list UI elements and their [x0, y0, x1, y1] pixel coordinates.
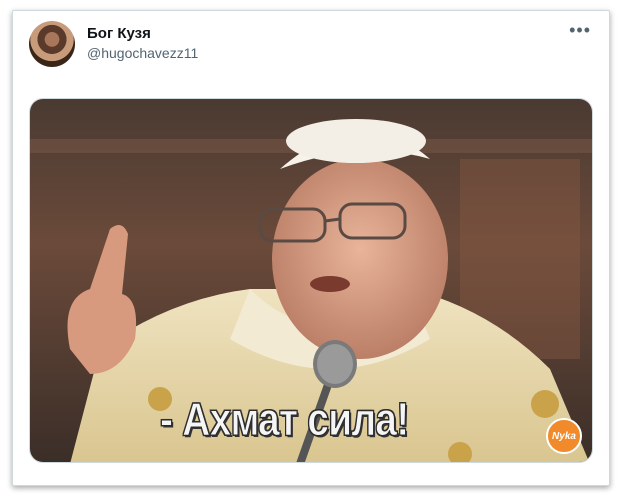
user-handle[interactable]: @hugochavezz11 [87, 45, 198, 61]
display-name[interactable]: Бог Кузя [87, 25, 151, 42]
watermark-badge: Nyka [546, 418, 582, 454]
avatar[interactable] [29, 21, 75, 67]
more-options-icon[interactable]: ••• [569, 21, 591, 39]
tweet-media-image[interactable]: - Ахмат сила! Nyka [29, 98, 593, 463]
tweet-card: Бог Кузя @hugochavezz11 ••• - Ахмат сила… [12, 10, 610, 486]
image-caption-text: - Ахмат сила! [160, 393, 410, 446]
